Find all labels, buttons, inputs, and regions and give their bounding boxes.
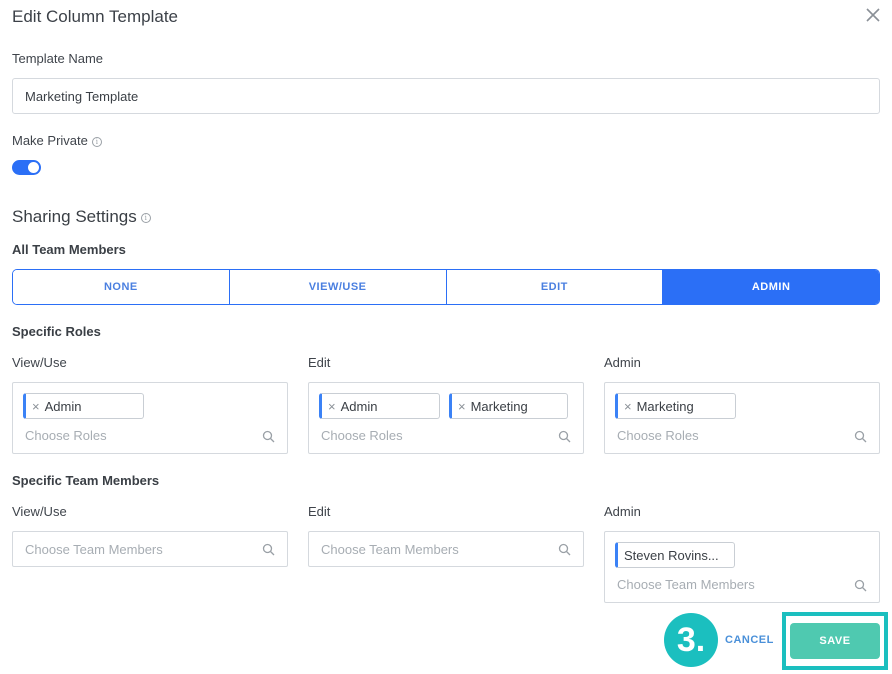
role-tag-label: Marketing xyxy=(636,398,694,414)
template-name-input[interactable] xyxy=(12,78,880,114)
search-icon[interactable] xyxy=(854,430,867,443)
permission-option-admin[interactable]: ADMIN xyxy=(663,270,879,304)
roles-view-use-select[interactable]: × Admin Choose Roles xyxy=(12,382,288,454)
remove-tag-icon[interactable]: × xyxy=(32,399,40,414)
roles-placeholder: Choose Roles xyxy=(617,428,699,443)
roles-edit-select[interactable]: × Admin × Marketing Choose Roles xyxy=(308,382,584,454)
member-tag: Steven Rovins... xyxy=(615,542,735,568)
role-tag: × Admin xyxy=(23,393,144,419)
search-icon[interactable] xyxy=(558,430,571,443)
members-admin-select[interactable]: Steven Rovins... Choose Team Members xyxy=(604,531,880,603)
save-button[interactable]: SAVE xyxy=(790,623,880,659)
make-private-row: Make Private i xyxy=(12,133,102,148)
specific-roles-label: Specific Roles xyxy=(12,324,101,339)
search-icon[interactable] xyxy=(262,543,275,556)
make-private-label: Make Private xyxy=(12,133,88,148)
role-tag: × Admin xyxy=(319,393,440,419)
info-icon: i xyxy=(91,136,102,147)
remove-tag-icon[interactable]: × xyxy=(458,399,466,414)
members-edit-label: Edit xyxy=(308,504,331,519)
member-tag-label: Steven Rovins... xyxy=(624,547,719,563)
search-icon[interactable] xyxy=(854,579,867,592)
role-tag-label: Admin xyxy=(340,398,378,414)
role-tag: × Marketing xyxy=(449,393,568,419)
cancel-button[interactable]: CANCEL xyxy=(725,634,774,646)
members-edit-select[interactable]: Choose Team Members xyxy=(308,531,584,567)
members-view-use-label: View/Use xyxy=(12,504,67,519)
search-icon[interactable] xyxy=(262,430,275,443)
permission-option-none[interactable]: NONE xyxy=(13,270,230,304)
template-name-label: Template Name xyxy=(12,51,104,66)
dialog-title: Edit Column Template xyxy=(12,7,178,26)
toggle-knob xyxy=(28,162,39,173)
role-tag-label: Marketing xyxy=(470,398,528,414)
sharing-settings-title: Sharing Settings i xyxy=(12,207,151,227)
members-placeholder: Choose Team Members xyxy=(617,577,755,592)
make-private-toggle[interactable] xyxy=(12,160,41,175)
remove-tag-icon[interactable]: × xyxy=(624,399,632,414)
sharing-settings-label: Sharing Settings xyxy=(12,207,137,226)
search-icon[interactable] xyxy=(558,543,571,556)
members-placeholder: Choose Team Members xyxy=(321,542,459,557)
info-icon: i xyxy=(140,212,151,223)
role-tag-label: Admin xyxy=(44,398,82,414)
roles-admin-select[interactable]: × Marketing Choose Roles xyxy=(604,382,880,454)
close-icon[interactable] xyxy=(865,7,881,23)
roles-placeholder: Choose Roles xyxy=(321,428,403,443)
members-view-use-select[interactable]: Choose Team Members xyxy=(12,531,288,567)
step-marker: 3. xyxy=(664,613,718,667)
permission-segmented-control: NONE VIEW/USE EDIT ADMIN xyxy=(12,269,880,305)
all-team-members-label: All Team Members xyxy=(12,242,126,257)
roles-placeholder: Choose Roles xyxy=(25,428,107,443)
specific-team-members-label: Specific Team Members xyxy=(12,473,160,488)
members-placeholder: Choose Team Members xyxy=(25,542,163,557)
members-admin-label: Admin xyxy=(604,504,641,519)
permission-option-edit[interactable]: EDIT xyxy=(446,270,664,304)
remove-tag-icon[interactable]: × xyxy=(328,399,336,414)
permission-option-view-use[interactable]: VIEW/USE xyxy=(229,270,447,304)
roles-view-use-label: View/Use xyxy=(12,355,67,370)
roles-edit-label: Edit xyxy=(308,355,331,370)
roles-admin-label: Admin xyxy=(604,355,641,370)
role-tag: × Marketing xyxy=(615,393,736,419)
